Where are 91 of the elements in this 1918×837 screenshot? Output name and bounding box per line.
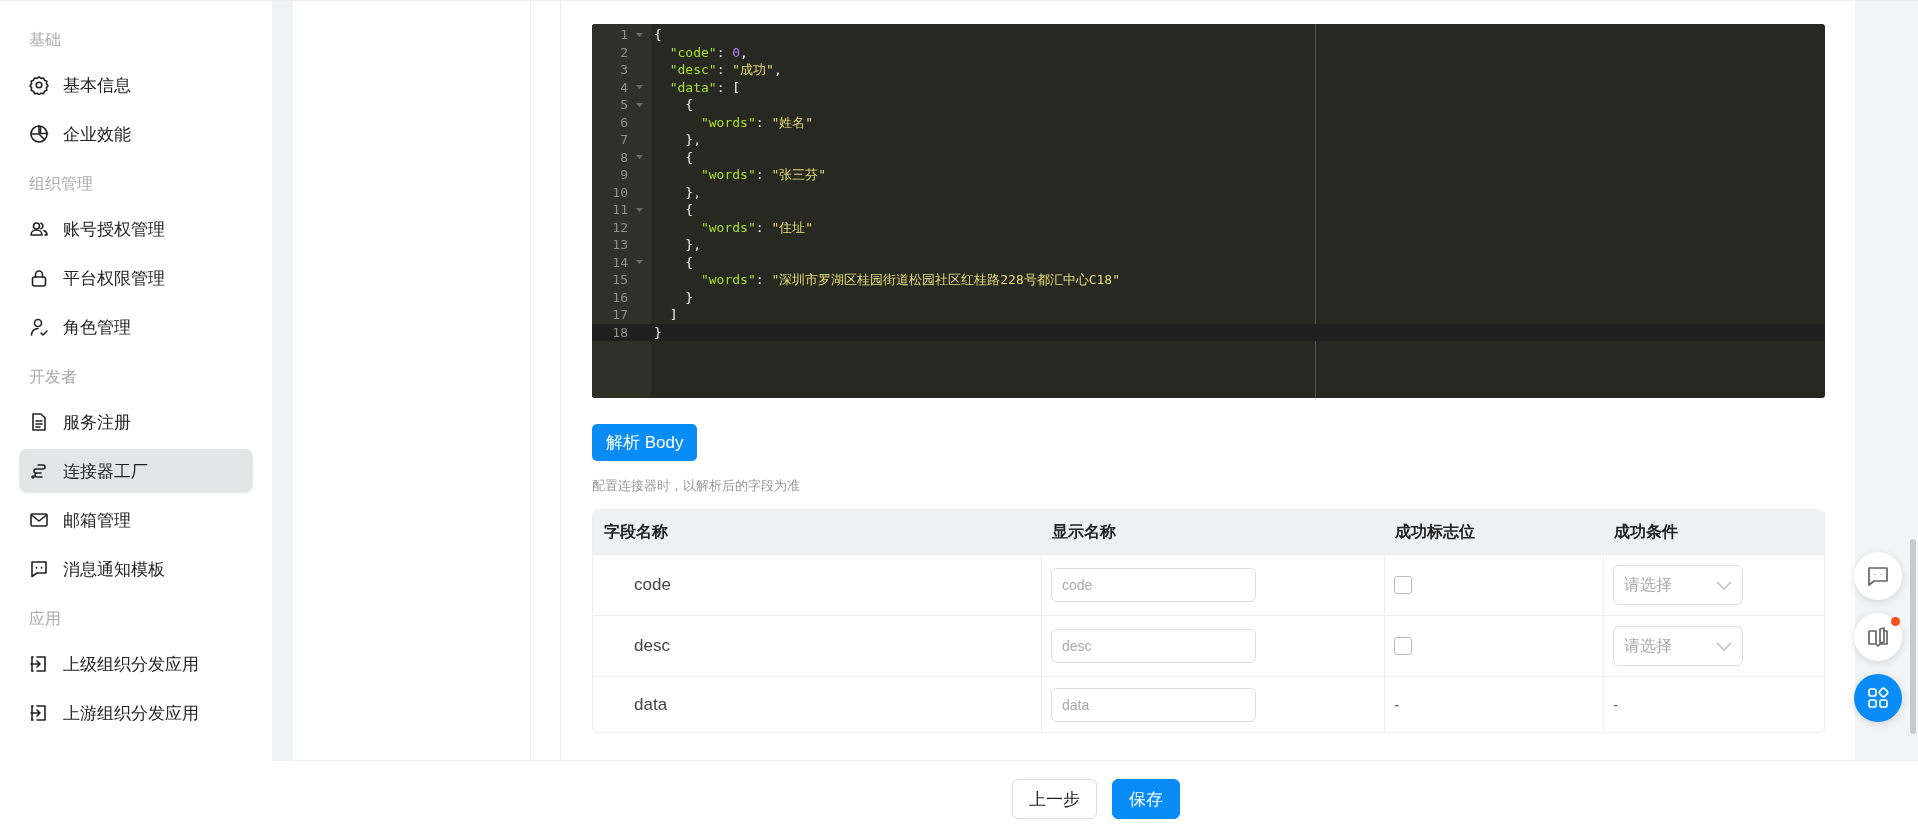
column-header: 显示名称 (1051, 522, 1117, 542)
gear-icon (29, 75, 49, 95)
login-icon (29, 703, 49, 723)
chevron-down-icon (1716, 641, 1732, 651)
display-name-input[interactable]: code (1051, 568, 1256, 602)
line-number: 12 (611, 218, 628, 236)
code-line: "data": [ (668, 78, 741, 96)
column-header: 成功条件 (1613, 522, 1679, 542)
code-line: "words": "住址" (699, 218, 814, 236)
display-name-input[interactable]: desc (1051, 629, 1256, 663)
sidebar-item[interactable]: 角色管理 (19, 305, 253, 349)
connector-icon (29, 461, 49, 481)
sidebar-item[interactable]: 上游组织分发应用 (19, 691, 253, 735)
sidebar-item[interactable]: 基本信息 (19, 63, 253, 107)
code-line: "desc": "成功", (668, 61, 782, 79)
sidebar-item[interactable]: 平台权限管理 (19, 256, 253, 300)
column-header: 字段名称 (603, 522, 669, 542)
scrollbar-thumb[interactable] (1910, 539, 1916, 734)
line-number: 17 (611, 306, 628, 324)
empty-value: - (1613, 695, 1619, 714)
sidebar-item[interactable]: 账号授权管理 (19, 207, 253, 251)
code-line: }, (684, 183, 701, 201)
code-line: { (684, 253, 694, 271)
code-line: "words": "姓名" (699, 113, 814, 131)
document-icon (29, 412, 49, 432)
code-line: "words": "张三芬" (699, 166, 827, 184)
display-name-input[interactable]: data (1051, 687, 1256, 722)
lock-icon (29, 268, 49, 288)
sidebar-item[interactable]: 邮箱管理 (19, 498, 253, 542)
pie-chart-icon (29, 124, 49, 144)
code-line: }, (684, 236, 701, 254)
fold-caret-icon[interactable] (636, 155, 643, 160)
code-line: { (684, 96, 694, 114)
line-number: 2 (619, 43, 628, 61)
users-icon (29, 219, 49, 239)
code-line: { (653, 26, 662, 44)
line-number: 3 (619, 61, 628, 79)
fold-caret-icon[interactable] (636, 260, 643, 265)
code-line: { (684, 148, 694, 166)
line-number: 18 (611, 323, 628, 341)
login-icon (29, 654, 49, 674)
code-line: ] (668, 306, 678, 324)
checkbox[interactable] (1394, 576, 1412, 594)
previous-button[interactable]: 上一步 (1011, 779, 1097, 819)
code-line: "code": 0, (668, 43, 748, 61)
chat-icon (1867, 565, 1889, 587)
empty-value: - (1394, 695, 1400, 714)
line-number: 11 (611, 201, 628, 219)
hint-text: 配置连接器时，以解析后的字段为准 (592, 477, 801, 495)
code-line: { (684, 201, 694, 219)
sidebar-item[interactable]: 上级组织分发应用 (19, 642, 253, 686)
apps-icon (1867, 687, 1889, 709)
field-name: desc (634, 636, 670, 656)
sidebar-item[interactable]: 企业效能 (19, 112, 253, 156)
sidebar-heading: 开发者 (28, 367, 78, 387)
sidebar-item[interactable]: 服务注册 (19, 400, 253, 444)
code-line: }, (684, 131, 701, 149)
sidebar-item[interactable]: 连接器工厂 (19, 449, 253, 493)
code-line: "words": "深圳市罗湖区桂园街道松园社区红桂路228号都汇中心C18" (699, 271, 1121, 289)
mail-icon (29, 510, 49, 530)
sidebar-heading: 基础 (28, 30, 62, 50)
message-icon (29, 559, 49, 579)
code-line: } (684, 288, 694, 306)
field-name: code (634, 575, 671, 595)
fold-caret-icon[interactable] (636, 102, 643, 107)
line-number: 7 (619, 131, 628, 149)
line-number: 8 (619, 148, 628, 166)
column-header: 成功标志位 (1394, 522, 1476, 542)
user-check-icon (29, 317, 49, 337)
sidebar-heading: 组织管理 (28, 174, 94, 194)
fold-caret-icon[interactable] (636, 207, 643, 212)
line-number: 13 (611, 236, 628, 254)
code-line: } (653, 323, 662, 341)
sidebar-item[interactable]: 消息通知模板 (19, 547, 253, 591)
fold-caret-icon[interactable] (636, 32, 643, 37)
line-number: 16 (611, 288, 628, 306)
checkbox[interactable] (1394, 637, 1412, 655)
line-number: 4 (619, 78, 628, 96)
fold-caret-icon[interactable] (636, 85, 643, 90)
line-number: 15 (611, 271, 628, 289)
line-number: 10 (611, 183, 628, 201)
line-number: 6 (619, 113, 628, 131)
line-number: 14 (611, 253, 628, 271)
chevron-down-icon (1716, 580, 1732, 590)
code-editor[interactable]: 1 { 2 "code": 0, 3 "desc": "成功", 4 "data": [ 5 { 6 "words": "姓名" 7 }, 8 { 9 "words": "张三芬" 10 }, 11 { 12 "words": "住址" 13 }, 14 { 15 "words": "深圳市罗湖区桂园街道松园社区红桂路228号都汇中心C18" 16 } 17 ] 18 } (592, 24, 1825, 398)
book-icon (1867, 626, 1889, 648)
line-number: 9 (619, 166, 628, 184)
line-number: 1 (619, 26, 628, 44)
sidebar-heading: 应用 (28, 609, 62, 629)
field-name: data (634, 694, 668, 715)
line-number: 5 (619, 96, 628, 114)
